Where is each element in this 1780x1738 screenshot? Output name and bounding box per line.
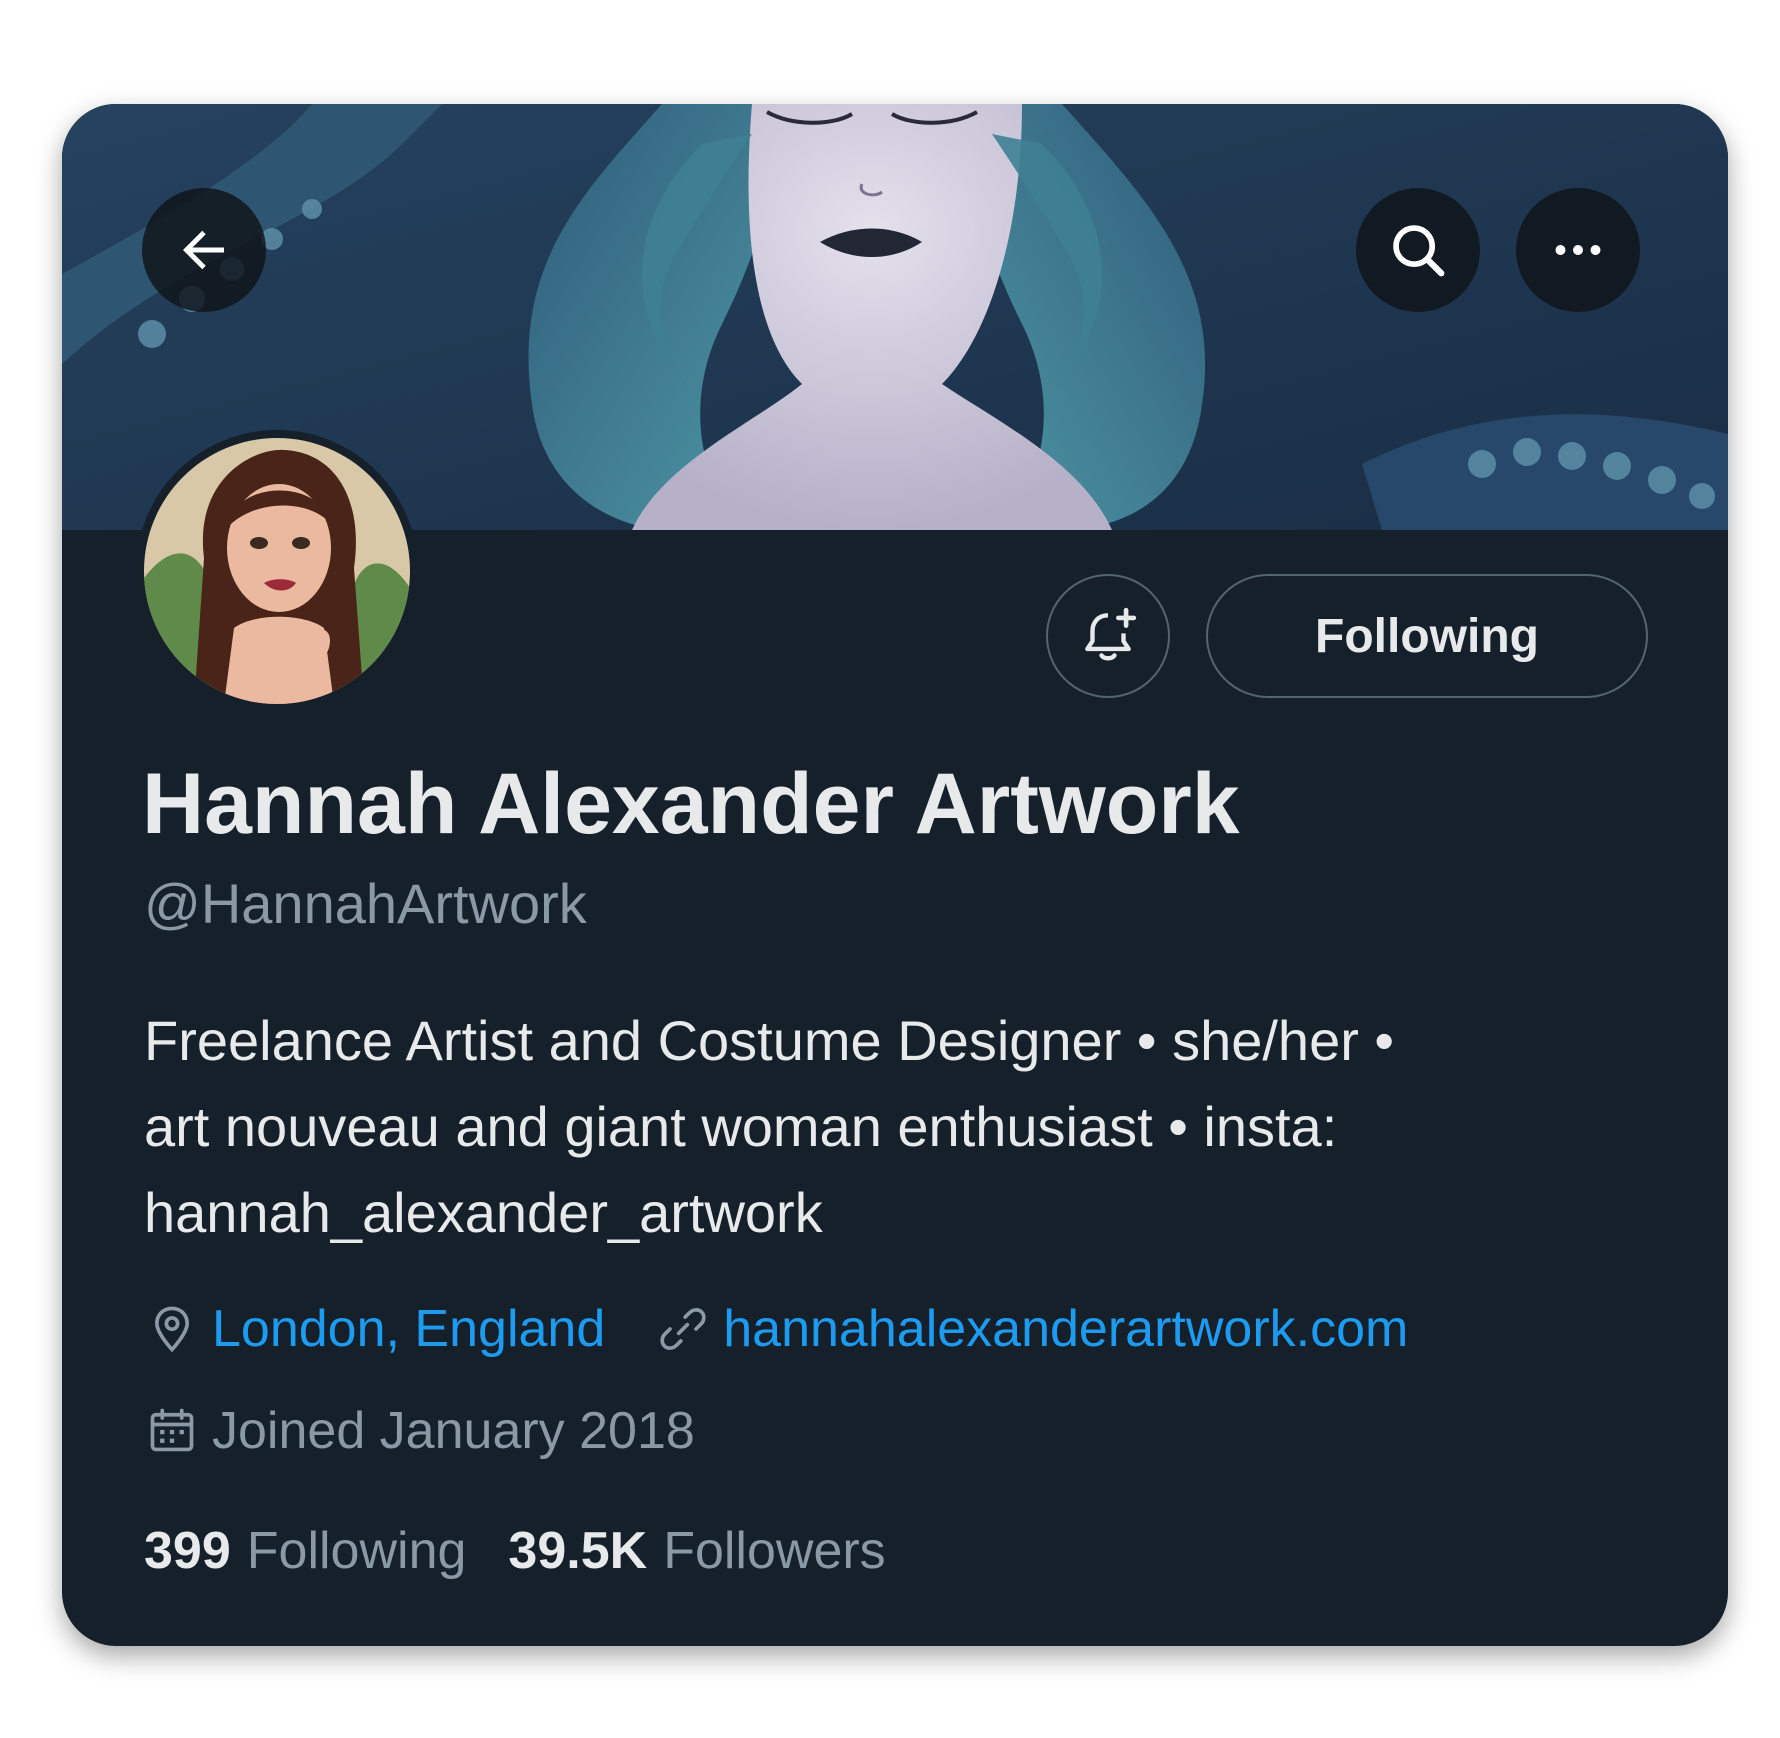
follow-stats: 399 Following 39.5K Followers <box>144 1514 928 1588</box>
joined-date: Joined January 2018 <box>146 1401 695 1461</box>
location: London, England <box>146 1299 605 1359</box>
following-button-label: Following <box>1315 609 1539 663</box>
followers-label: Followers <box>663 1522 886 1580</box>
website-link[interactable]: hannahalexanderartwork.com <box>723 1299 1408 1359</box>
joined-text: Joined January 2018 <box>212 1402 695 1460</box>
followers-stat[interactable]: 39.5K Followers <box>508 1521 885 1581</box>
more-button[interactable] <box>1516 188 1640 312</box>
bio-line: art nouveau and giant woman enthusiast •… <box>144 1095 1338 1158</box>
link-icon <box>660 1308 706 1350</box>
following-stat[interactable]: 399 Following <box>144 1521 466 1581</box>
avatar[interactable] <box>136 430 418 712</box>
back-arrow-icon <box>183 230 224 270</box>
following-count: 399 <box>144 1522 231 1580</box>
calendar-icon <box>150 1408 194 1452</box>
joined-row: Joined January 2018 <box>146 1394 747 1468</box>
notifications-button[interactable] <box>1046 574 1170 698</box>
following-label: Following <box>246 1522 467 1580</box>
user-handle: @HannahArtwork <box>144 872 587 935</box>
location-pin-icon <box>154 1306 190 1353</box>
bio: Freelance Artist and Costume Designer • … <box>144 998 1644 1256</box>
bell-plus-icon <box>1085 607 1137 661</box>
more-icon <box>1555 245 1601 255</box>
bio-line: hannah_alexander_artwork <box>144 1181 823 1244</box>
profile-card: Following Hannah Alexander Artwork @Hann… <box>62 104 1728 1646</box>
bio-line: Freelance Artist and Costume Designer • … <box>144 1009 1395 1072</box>
avatar-portrait <box>144 438 410 704</box>
display-name: Hannah Alexander Artwork <box>142 756 1240 852</box>
following-button[interactable]: Following <box>1206 574 1648 698</box>
profile-meta-row: London, England hannahalexanderartwork.c… <box>146 1292 1460 1366</box>
search-icon <box>1393 225 1445 277</box>
followers-count: 39.5K <box>508 1522 648 1580</box>
search-button[interactable] <box>1356 188 1480 312</box>
location-link[interactable]: London, England <box>212 1299 605 1359</box>
website: hannahalexanderartwork.com <box>657 1299 1408 1359</box>
back-button[interactable] <box>142 188 266 312</box>
